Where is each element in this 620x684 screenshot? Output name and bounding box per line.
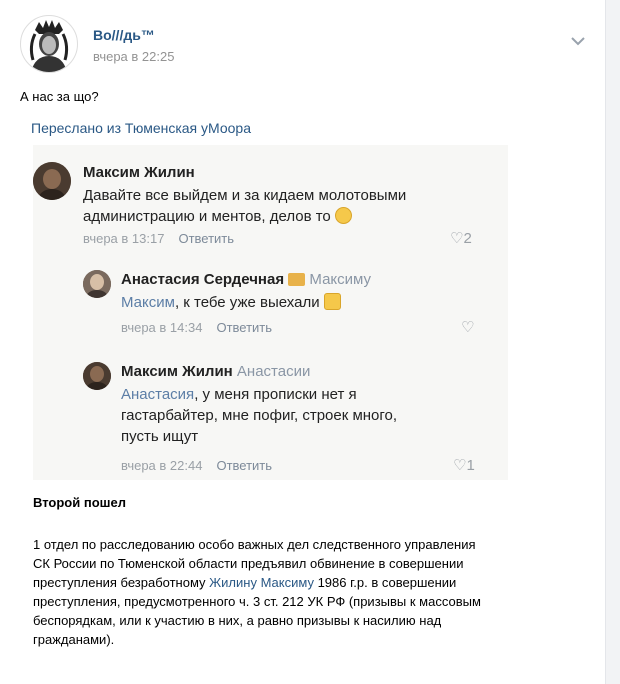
reply-button[interactable]: Ответить xyxy=(216,458,272,473)
mention-link[interactable]: Анастасия xyxy=(121,386,194,403)
person-link[interactable]: Жилину Максиму xyxy=(209,575,314,590)
like-button[interactable]: ♡ xyxy=(461,318,474,336)
chevron-down-icon[interactable] xyxy=(570,33,586,46)
comment: Максим Жилин Давайте все выйдем и за кид… xyxy=(33,145,508,255)
person-emoji-icon xyxy=(323,293,341,310)
commenter-avatar[interactable] xyxy=(33,162,71,200)
comment-text-line: , у меня прописки нет я xyxy=(194,386,357,403)
section-title: Второй пошел xyxy=(33,495,126,510)
comment-text-line: , к тебе уже выехали xyxy=(174,294,320,311)
comment-time[interactable]: вчера в 22:44 xyxy=(121,458,202,473)
like-button[interactable]: ♡1 xyxy=(453,456,475,474)
mention-link[interactable]: Максим xyxy=(121,294,175,311)
commenter-name[interactable]: Максим Жилин Анастасии xyxy=(121,363,310,380)
commenter-name-text: Анастасия Сердечная xyxy=(121,271,285,288)
comment: Анастасия Сердечная Максиму Максим, к те… xyxy=(83,260,508,345)
comment-text: Анастасия, у меня прописки нет я гастарб… xyxy=(121,384,506,447)
forwarded-from-link[interactable]: Переслано из Тюменская уМоора xyxy=(31,120,251,136)
commenter-name-text: Максим Жилин xyxy=(121,363,233,380)
heart-icon: ♡ xyxy=(453,457,467,474)
commenter-avatar[interactable] xyxy=(83,362,111,390)
like-count: 1 xyxy=(466,457,475,474)
avatar[interactable] xyxy=(20,15,78,73)
comment-meta: вчера в 13:17 Ответить xyxy=(83,231,234,246)
comment-text: Давайте все выйдем и за кидаем молотовым… xyxy=(83,185,503,227)
comment-time[interactable]: вчера в 14:34 xyxy=(121,320,202,335)
reply-button[interactable]: Ответить xyxy=(178,231,234,246)
commenter-avatar[interactable] xyxy=(83,270,111,298)
comment-time[interactable]: вчера в 13:17 xyxy=(83,231,164,246)
reply-button[interactable]: Ответить xyxy=(216,320,272,335)
post-header: Во///дь™ вчера в 22:25 xyxy=(20,15,600,75)
post-author[interactable]: Во///дь™ xyxy=(93,27,155,43)
comment-text-line: Давайте все выйдем и за кидаем молотовым… xyxy=(83,187,407,204)
like-button[interactable]: ♡2 xyxy=(450,229,472,247)
sunset-emoji-icon xyxy=(288,273,306,286)
comment: Максим Жилин Анастасии Анастасия, у меня… xyxy=(83,350,508,480)
post-time[interactable]: вчера в 22:25 xyxy=(93,49,174,64)
post-text: А нас за що? xyxy=(20,89,99,104)
grinning-emoji-icon xyxy=(334,207,352,224)
comment-meta: вчера в 22:44 Ответить xyxy=(121,458,272,473)
comment-text-line: гастарбайтер, мне пофиг, строек много, xyxy=(121,407,398,424)
heart-icon: ♡ xyxy=(450,230,464,247)
body-text: 1 отдел по расследованию особо важных де… xyxy=(33,535,493,649)
attached-screenshot[interactable]: Максим Жилин Давайте все выйдем и за кид… xyxy=(33,145,508,480)
commenter-name[interactable]: Анастасия Сердечная Максиму xyxy=(121,271,371,288)
comment-meta: вчера в 14:34 Ответить xyxy=(121,320,272,335)
comment-text-line: пусть ищут xyxy=(121,428,199,445)
commenter-name[interactable]: Максим Жилин xyxy=(83,164,195,181)
like-count: 2 xyxy=(463,230,472,247)
reply-to-name[interactable]: Максиму xyxy=(309,271,371,288)
reply-to-name[interactable]: Анастасии xyxy=(237,363,310,380)
comment-text-line: администрацию и ментов, делов то xyxy=(83,208,331,225)
comment-text: Максим, к тебе уже выехали xyxy=(121,292,506,313)
scrollbar[interactable] xyxy=(605,0,620,684)
heart-icon: ♡ xyxy=(461,319,475,336)
